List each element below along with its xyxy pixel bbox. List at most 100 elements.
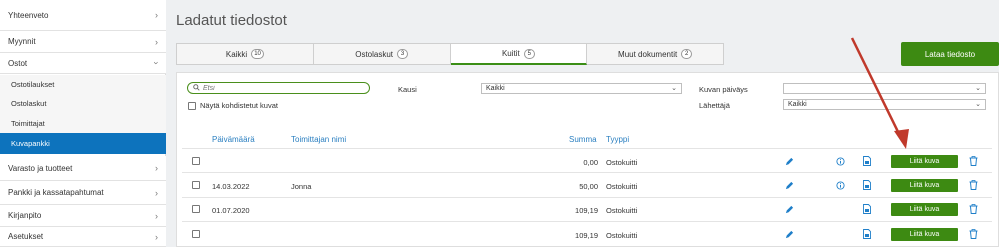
- sidebar-subitem-label: Toimittajat: [11, 118, 45, 128]
- count-badge: 2: [681, 49, 693, 59]
- chevron-right-icon: ›: [155, 231, 158, 242]
- sidebar-subitem-ostolaskut[interactable]: Ostolaskut: [0, 94, 166, 113]
- chevron-down-icon: ⌄: [975, 101, 981, 108]
- attach-image-button[interactable]: Liitä kuva: [891, 155, 958, 168]
- tab-label: Ostolaskut: [355, 49, 394, 59]
- image-date-select[interactable]: ⌄: [783, 83, 986, 94]
- sidebar-item-label: Ostot: [8, 58, 28, 68]
- tab-ostolaskut[interactable]: Ostolaskut 3: [313, 43, 451, 65]
- edit-pencil-icon[interactable]: [783, 155, 795, 167]
- count-badge: 5: [523, 48, 535, 59]
- row-amount: 109,19: [575, 206, 598, 215]
- sidebar-subitem-kuvapankki[interactable]: Kuvapankki: [0, 133, 166, 154]
- season-label: Kausi: [398, 85, 417, 94]
- tab-kuitit[interactable]: Kuitit 5: [450, 43, 588, 65]
- sidebar: Yhteenveto › Myynnit › Ostot › Ostotilau…: [0, 0, 166, 247]
- chevron-right-icon: ›: [155, 210, 158, 221]
- row-amount: 0,00: [583, 158, 598, 167]
- edit-pencil-icon[interactable]: [783, 179, 795, 191]
- search-field[interactable]: [187, 82, 370, 94]
- row-divider: [182, 221, 992, 222]
- image-file-icon[interactable]: [861, 203, 873, 215]
- row-checkbox[interactable]: [192, 157, 200, 165]
- trash-icon[interactable]: [967, 179, 979, 191]
- sidebar-subitem-label: Ostotilaukset: [11, 80, 55, 89]
- trash-icon[interactable]: [967, 155, 979, 167]
- chevron-down-icon: ⌄: [975, 85, 981, 92]
- sidebar-item-yhteenveto[interactable]: Yhteenveto ›: [0, 0, 166, 31]
- chevron-right-icon: ›: [155, 187, 158, 198]
- chevron-right-icon: ›: [155, 163, 158, 173]
- tab-label: Muut dokumentit: [618, 49, 678, 59]
- trash-icon[interactable]: [967, 228, 979, 240]
- count-badge: 10: [251, 49, 264, 59]
- sidebar-item-asetukset[interactable]: Asetukset ›: [0, 227, 166, 247]
- image-file-icon[interactable]: [861, 155, 873, 167]
- sidebar-subitem-label: Ostolaskut: [11, 99, 47, 108]
- sidebar-item-label: Pankki ja kassatapahtumat: [8, 188, 104, 197]
- sender-select[interactable]: Kaikki ⌄: [783, 99, 986, 110]
- row-divider: [182, 172, 992, 173]
- row-amount: 50,00: [579, 182, 598, 191]
- sender-label: Lähettäjä: [699, 101, 730, 110]
- row-checkbox[interactable]: [192, 181, 200, 189]
- row-type: Ostokuitti: [606, 206, 638, 215]
- image-file-icon[interactable]: [861, 179, 873, 191]
- row-type: Ostokuitti: [606, 231, 638, 240]
- show-allocated-toggle[interactable]: Näytä kohdistetut kuvat: [188, 101, 278, 110]
- row-checkbox[interactable]: [192, 230, 200, 238]
- search-icon: [193, 83, 200, 93]
- row-date: 01.07.2020: [212, 206, 250, 215]
- sidebar-subitem-ostotilaukset[interactable]: Ostotilaukset: [0, 75, 166, 94]
- tab-label: Kaikki: [225, 49, 248, 59]
- row-divider: [182, 197, 992, 198]
- sidebar-subitem-label: Kuvapankki: [11, 139, 50, 148]
- tab-kaikki[interactable]: Kaikki 10: [176, 43, 314, 65]
- tab-bar: Kaikki 10 Ostolaskut 3 Kuitit 5 Muut dok…: [176, 43, 724, 65]
- chevron-down-icon: ›: [151, 61, 162, 65]
- sidebar-item-label: Asetukset: [8, 232, 44, 241]
- row-checkbox[interactable]: [192, 205, 200, 213]
- attach-image-button[interactable]: Liitä kuva: [891, 179, 958, 192]
- count-badge: 3: [397, 49, 409, 59]
- sidebar-item-myynnit[interactable]: Myynnit ›: [0, 31, 166, 53]
- sidebar-item-kirjanpito[interactable]: Kirjanpito ›: [0, 205, 166, 227]
- sidebar-item-label: Yhteenveto: [8, 10, 49, 20]
- column-header-supplier[interactable]: Toimittajan nimi: [291, 135, 346, 144]
- image-file-icon[interactable]: [861, 228, 873, 240]
- row-type: Ostokuitti: [606, 182, 638, 191]
- chevron-right-icon: ›: [155, 36, 158, 47]
- chevron-down-icon: ⌄: [671, 85, 677, 92]
- sidebar-item-label: Myynnit: [8, 37, 36, 46]
- tab-muut-dokumentit[interactable]: Muut dokumentit 2: [587, 43, 724, 65]
- show-allocated-label: Näytä kohdistetut kuvat: [200, 101, 278, 110]
- table-divider: [182, 148, 992, 149]
- edit-pencil-icon[interactable]: [783, 203, 795, 215]
- upload-file-button[interactable]: Lataa tiedosto: [901, 42, 999, 66]
- show-allocated-checkbox[interactable]: [188, 101, 196, 110]
- season-select[interactable]: Kaikki ⌄: [481, 83, 682, 94]
- tab-label: Kuitit: [501, 49, 520, 58]
- sidebar-subitem-toimittajat[interactable]: Toimittajat: [0, 113, 166, 133]
- column-header-type[interactable]: Tyyppi: [606, 135, 629, 144]
- info-icon[interactable]: [834, 179, 846, 191]
- trash-icon[interactable]: [967, 203, 979, 215]
- sidebar-item-ostot[interactable]: Ostot ›: [0, 53, 166, 74]
- sidebar-item-label: Kirjanpito: [8, 211, 42, 220]
- edit-pencil-icon[interactable]: [783, 228, 795, 240]
- sidebar-item-pankki[interactable]: Pankki ja kassatapahtumat ›: [0, 181, 166, 205]
- column-header-amount[interactable]: Summa: [569, 135, 597, 144]
- column-header-date[interactable]: Päivämäärä: [212, 135, 255, 144]
- page-title: Ladatut tiedostot: [176, 12, 287, 29]
- season-value: Kaikki: [486, 85, 505, 92]
- search-input[interactable]: [203, 84, 363, 92]
- chevron-right-icon: ›: [155, 10, 158, 20]
- attach-image-button[interactable]: Liitä kuva: [891, 203, 958, 216]
- info-icon[interactable]: [834, 155, 846, 167]
- row-supplier: Jonna: [291, 182, 312, 191]
- image-date-label: Kuvan päiväys: [699, 85, 748, 94]
- attach-image-button[interactable]: Liitä kuva: [891, 228, 958, 241]
- row-amount: 109,19: [575, 231, 598, 240]
- row-type: Ostokuitti: [606, 158, 638, 167]
- sidebar-item-varasto[interactable]: Varasto ja tuotteet ›: [0, 156, 166, 181]
